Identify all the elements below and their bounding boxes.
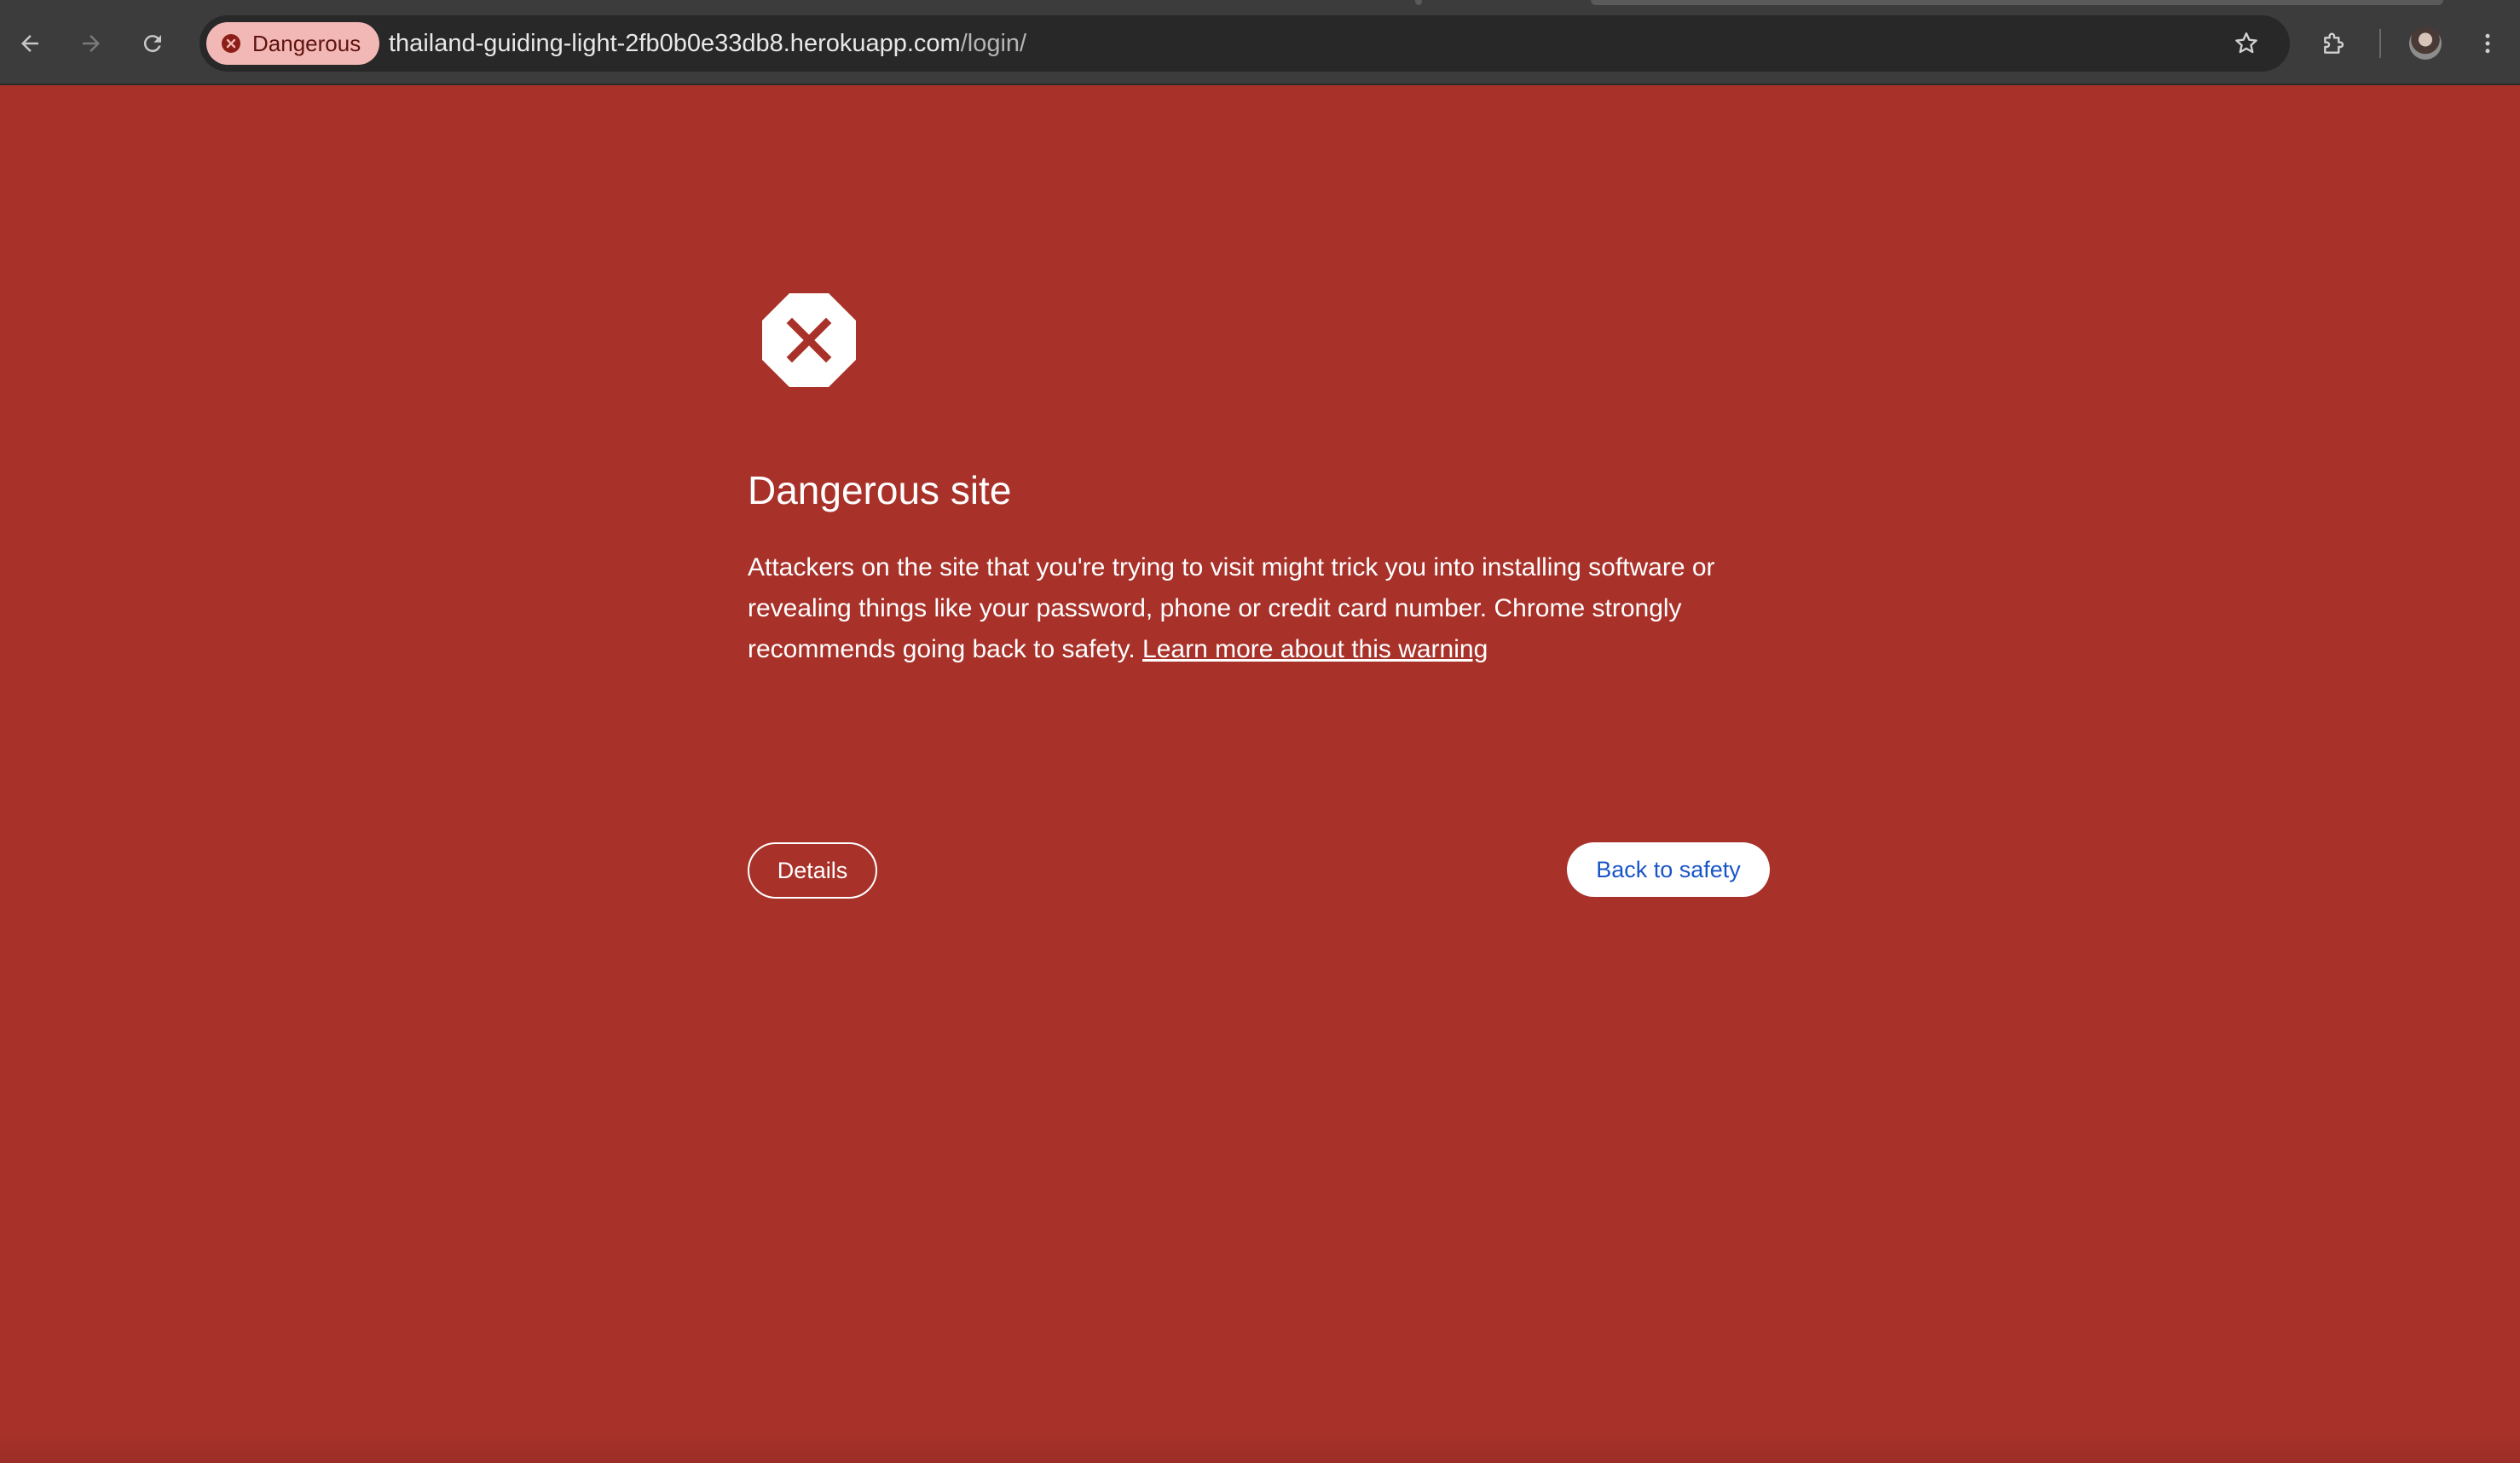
reload-icon: [143, 35, 161, 53]
star-icon: [2235, 32, 2257, 54]
extensions-button[interactable]: [2313, 22, 2355, 65]
browser-toolbar: Dangerous thailand-guiding-light-2fb0b0e…: [0, 0, 2520, 85]
danger-x-icon: [222, 34, 240, 53]
details-button[interactable]: Details: [748, 842, 877, 899]
back-button[interactable]: [9, 22, 51, 65]
more-vertical-icon: [2485, 33, 2490, 54]
learn-more-link[interactable]: Learn more about this warning: [1142, 635, 1488, 663]
bookmark-button[interactable]: [2225, 22, 2268, 65]
stop-sign-x-icon: [762, 293, 856, 387]
security-chip-label: Dangerous: [252, 30, 361, 56]
reload-button[interactable]: [131, 22, 174, 65]
puzzle-piece-icon: [2324, 32, 2344, 54]
interstitial-page: Dangerous site Attackers on the site tha…: [0, 85, 2520, 1463]
menu-button[interactable]: [2466, 22, 2509, 65]
url-text[interactable]: thailand-guiding-light-2fb0b0e33db8.hero…: [389, 15, 1026, 72]
arrow-left-icon: [21, 35, 38, 52]
tab-edge: [1415, 0, 1422, 5]
forward-button[interactable]: [70, 22, 113, 65]
security-chip[interactable]: Dangerous: [206, 22, 380, 65]
toolbar-divider: [2379, 29, 2381, 58]
url-host: thailand-guiding-light-2fb0b0e33db8.hero…: [389, 30, 961, 57]
back-to-safety-button[interactable]: Back to safety: [1567, 842, 1770, 897]
url-path: /login/: [960, 30, 1027, 57]
profile-avatar[interactable]: [2409, 27, 2442, 60]
tab-edge: [1591, 0, 2443, 5]
address-bar[interactable]: Dangerous thailand-guiding-light-2fb0b0e…: [199, 15, 2290, 72]
page-bottom-shade: [0, 1429, 2520, 1463]
warning-message: Attackers on the site that you're trying…: [748, 547, 1796, 670]
page-title: Dangerous site: [748, 468, 1012, 512]
arrow-right-icon: [83, 35, 100, 52]
